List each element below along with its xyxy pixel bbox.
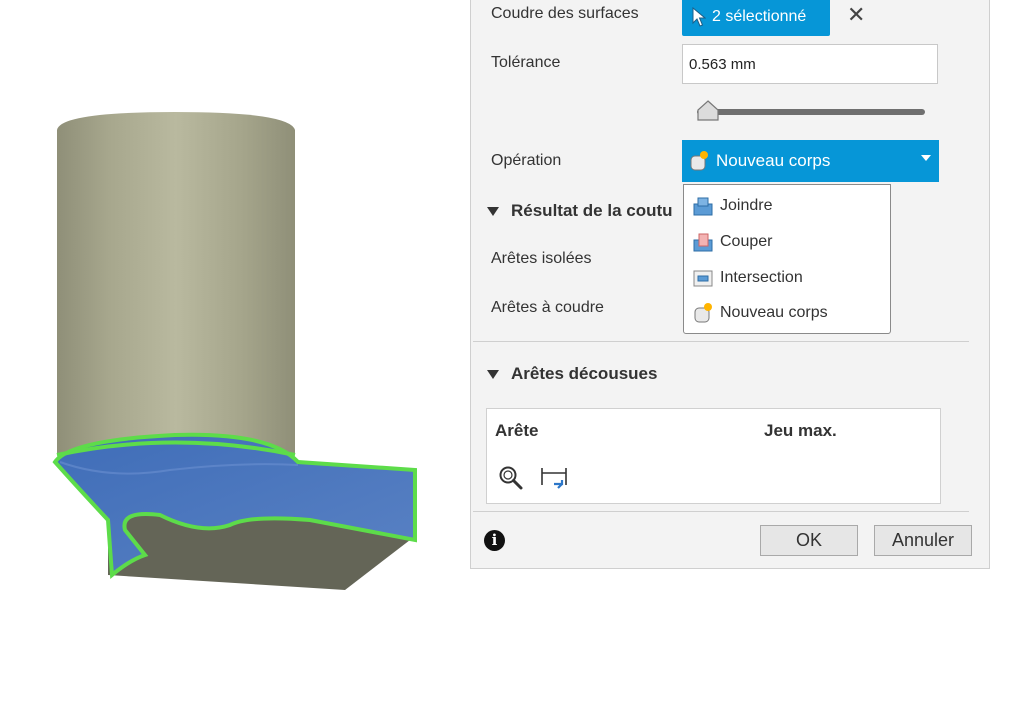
cylinder-body [57, 112, 295, 455]
collapse-triangle-icon [487, 369, 499, 379]
column-header-max-gap: Jeu max. [764, 421, 837, 440]
operation-dropdown: Joindre Couper Intersection Nouveau corp… [683, 184, 891, 334]
zoom-icon[interactable] [498, 465, 524, 491]
chevron-down-icon [921, 155, 931, 161]
result-section-title: Résultat de la coutu [511, 201, 673, 220]
measure-gap-icon[interactable] [540, 465, 570, 491]
option-couper[interactable]: Couper [692, 227, 772, 257]
isolated-edges-label: Arêtes isolées [491, 250, 592, 267]
unstitched-section-header[interactable]: Arêtes décousues [487, 364, 657, 384]
option-joindre[interactable]: Joindre [692, 191, 772, 221]
ok-button[interactable]: OK [760, 525, 858, 556]
footer-divider [473, 511, 969, 512]
cut-icon [693, 233, 713, 252]
intersect-icon [693, 270, 713, 287]
edges-to-stitch-label: Arêtes à coudre [491, 299, 604, 316]
option-intersection[interactable]: Intersection [692, 263, 803, 293]
section-divider [473, 341, 969, 342]
unstitched-section-title: Arêtes décousues [511, 364, 658, 383]
option-nouveau-corps[interactable]: Nouveau corps [692, 298, 828, 328]
tolerance-slider-thumb[interactable] [696, 100, 720, 122]
selection-button[interactable]: 2 sélectionné [682, 0, 830, 36]
cancel-button[interactable]: Annuler [874, 525, 972, 556]
tolerance-label: Tolérance [491, 54, 561, 71]
new-body-icon [690, 151, 708, 171]
option-label: Nouveau corps [720, 304, 828, 321]
option-label: Couper [720, 233, 773, 250]
option-label: Joindre [720, 197, 773, 214]
stitch-dialog: Coudre des surfaces 2 sélectionné ✕ Tolé… [470, 0, 990, 569]
3d-viewport[interactable] [0, 0, 470, 714]
tolerance-slider-track[interactable] [697, 109, 925, 115]
unstitched-edges-table: Arête Jeu max. [486, 408, 941, 504]
selection-count: 2 sélectionné [712, 8, 807, 25]
info-icon[interactable]: i [484, 530, 505, 551]
collapse-triangle-icon [487, 206, 499, 216]
stitch-label: Coudre des surfaces [491, 5, 639, 22]
operation-select[interactable]: Nouveau corps [682, 140, 939, 182]
tolerance-input[interactable] [682, 44, 938, 84]
clear-selection-icon[interactable]: ✕ [847, 1, 865, 29]
column-header-edge: Arête [495, 421, 539, 440]
option-label: Intersection [720, 269, 803, 286]
cursor-arrow-icon [692, 7, 706, 27]
operation-label: Opération [491, 152, 562, 169]
model-3d [52, 112, 417, 590]
result-section-header[interactable]: Résultat de la coutu [487, 201, 673, 221]
new-body-icon [694, 303, 712, 323]
join-icon [693, 197, 713, 216]
operation-selected-value: Nouveau corps [716, 151, 831, 170]
